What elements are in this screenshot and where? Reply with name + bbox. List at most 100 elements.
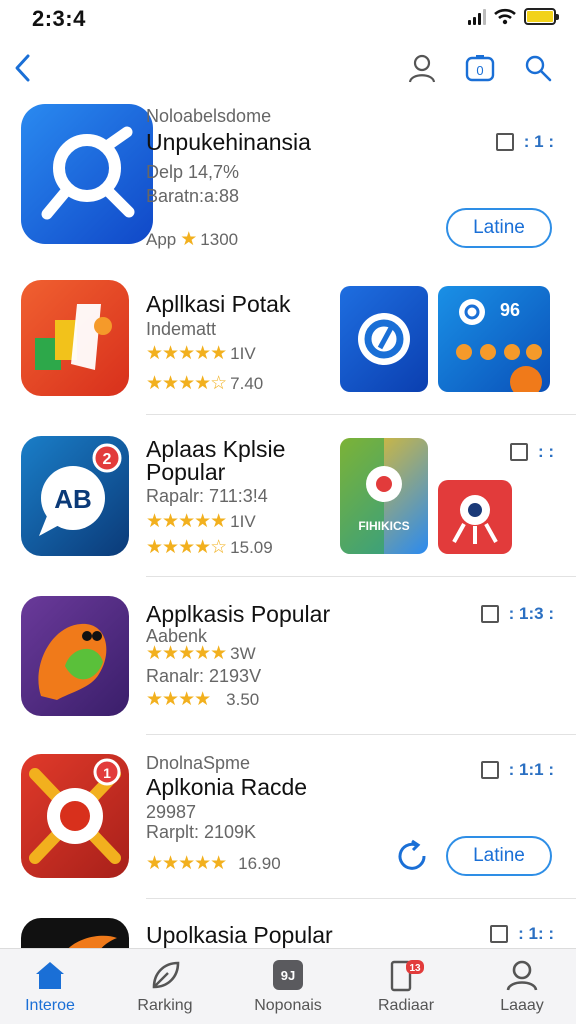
app-4-kicker: DnolnaSpme [146, 753, 251, 773]
featured-more[interactable]: : 1 : [495, 132, 554, 152]
app-2-rating-2: ★★★★☆ 15.09 [146, 536, 273, 559]
tab-account[interactable]: Laaay [472, 957, 572, 1015]
app-1-screenshot-2[interactable]: 96 [438, 286, 550, 392]
app-2-icon[interactable]: AB 2 [21, 436, 129, 556]
target-icon [358, 313, 410, 365]
battery-icon [524, 8, 559, 25]
app-4-more[interactable]: : 1:1 : [480, 760, 554, 780]
tab-ranking-label: Rarking [137, 997, 193, 1014]
app-4-title: Aplkonia Racde [146, 774, 308, 800]
app-3-dots: : 1:3 : [508, 604, 554, 623]
app-3-r1: 3W [230, 643, 256, 663]
star-icon: ★★★★★ [146, 853, 227, 874]
app-row-2[interactable]: AB 2 Aplaas Kplsie Popular Rapalr: 711:3… [0, 428, 576, 578]
status-icons [468, 8, 559, 25]
tab-apps[interactable]: 9J Noponais [238, 957, 338, 1015]
star-icon: ★★★★★ [146, 643, 227, 664]
chat-bubble-icon: AB 2 [39, 443, 122, 536]
tab-bar: Interoe Rarking 9J Noponais 13 Radiaar L… [0, 948, 576, 1024]
tab-ranking[interactable]: Rarking [115, 957, 215, 1015]
featured-meta-1: Delp 14,7% [146, 162, 240, 182]
featured-open-button[interactable]: Latine [446, 208, 552, 248]
app-row-1[interactable]: Apllkasi Potak Indematt ★★★★★ 1IV ★★★★☆ … [0, 276, 576, 416]
app-2-title-line-1: Aplaas Kplsie [146, 436, 286, 462]
status-time: 2:3:4 [32, 6, 86, 31]
app-row-4[interactable]: 1 DnolnaSpme Aplkonia Racde 29987 Rarplt… [0, 748, 576, 900]
app-1-screenshot-1[interactable] [340, 286, 428, 392]
nav-actions: 0 [404, 50, 556, 86]
app-3-more[interactable]: : 1:3 : [480, 604, 554, 624]
magnifier-compass-icon [41, 126, 135, 220]
app-4-badge: 1 [103, 765, 111, 781]
app-2-more[interactable]: : : [509, 442, 554, 462]
more-dots-icon [480, 761, 499, 779]
status-bar: 2:3:4 [0, 0, 576, 40]
star-icon: ★★★★ [146, 689, 211, 710]
wifi-icon [494, 8, 516, 25]
app-2-dots: : : [537, 442, 554, 461]
divider [146, 414, 576, 415]
app-2-sub: Rapalr: 711:3!4 [146, 486, 268, 506]
app-1-rating-2: ★★★★☆ 7.40 [146, 372, 263, 395]
app-5-more[interactable]: : 1: : [490, 924, 554, 944]
more-dots-icon [495, 133, 514, 151]
profile-button[interactable] [404, 50, 440, 86]
app-2-title-line-2: Popular [146, 459, 226, 485]
refresh-icon[interactable] [394, 838, 430, 874]
arcade-icon: 13 [390, 960, 424, 992]
nav-bar: 0 [0, 44, 576, 92]
featured-meta-2: Baratn:a:88 [146, 186, 240, 206]
more-dots-icon [509, 443, 528, 461]
app-2-screenshot-2[interactable] [438, 480, 512, 554]
profile-icon [408, 54, 436, 83]
divider [146, 734, 576, 735]
app-4-rating-1: ★★★★★ 16.90 [146, 852, 281, 875]
app-4-sub-2: Rarplt: 2109K [146, 822, 257, 842]
featured-app-row[interactable]: Noloabelsdome Unpukehinansia Delp 14,7% … [0, 100, 576, 260]
featured-dots-text: : 1 : [523, 132, 554, 151]
app-3-rating-2: ★★★★ 3.50 [146, 688, 259, 711]
app-2-r2: 15.09 [230, 537, 273, 557]
svg-text:9J: 9J [281, 968, 295, 983]
divider [146, 576, 576, 577]
app-2-badge: 2 [103, 451, 112, 468]
featured-app-icon[interactable] [21, 104, 153, 244]
app-1-r1: 1IV [230, 343, 256, 363]
search-icon [525, 55, 552, 82]
back-chevron-icon[interactable] [8, 48, 40, 88]
tab-account-label: Laaay [500, 997, 544, 1014]
app-4-open-button[interactable]: Latine [446, 836, 552, 876]
app-5-icon[interactable] [21, 918, 129, 948]
featured-rating: App ★ 1300 [146, 228, 238, 251]
app-1-sub: Indematt [146, 319, 217, 339]
camera-icon: 0 [465, 55, 495, 82]
tab-badge: 13 [409, 963, 421, 974]
camera-button[interactable]: 0 [462, 50, 498, 86]
app-3-icon[interactable] [21, 596, 129, 716]
game-logo-icon: FIHIKICS [340, 438, 410, 554]
star-icon: ★★★★★ [146, 343, 227, 364]
app-row-5[interactable]: Upolkasia Popular : 1: : [0, 912, 576, 948]
camera-icon-label: 0 [476, 63, 483, 78]
more-dots-icon [490, 925, 509, 943]
divider [146, 898, 576, 899]
more-dots-icon [480, 605, 499, 623]
app-1-rating-1: ★★★★★ 1IV [146, 342, 256, 365]
bird-icon [38, 623, 107, 700]
app-2-screenshot-1[interactable]: FIHIKICS [340, 438, 428, 554]
app-2-r1: 1IV [230, 511, 256, 531]
app-1-icon[interactable] [21, 280, 129, 396]
search-button[interactable] [520, 50, 556, 86]
apps-grid-icon: 9J [273, 960, 303, 990]
app-5-dots: : 1: : [518, 924, 554, 943]
account-icon [506, 960, 538, 991]
featured-rating-prefix: App [146, 229, 177, 249]
game-map-icon: 96 [456, 299, 542, 392]
app-4-icon[interactable]: 1 [21, 754, 129, 878]
app-4-dots: : 1:1 : [508, 760, 554, 779]
music-note-icon [35, 304, 112, 370]
tab-arcade[interactable]: 13 Radiaar [356, 957, 456, 1015]
app-3-title: Applkasis Popular [146, 601, 331, 627]
tab-today[interactable]: Interoe [0, 957, 100, 1015]
app-row-3[interactable]: Applkasis Popular Aabenk ★★★★★ 3W Ranalr… [0, 590, 576, 736]
